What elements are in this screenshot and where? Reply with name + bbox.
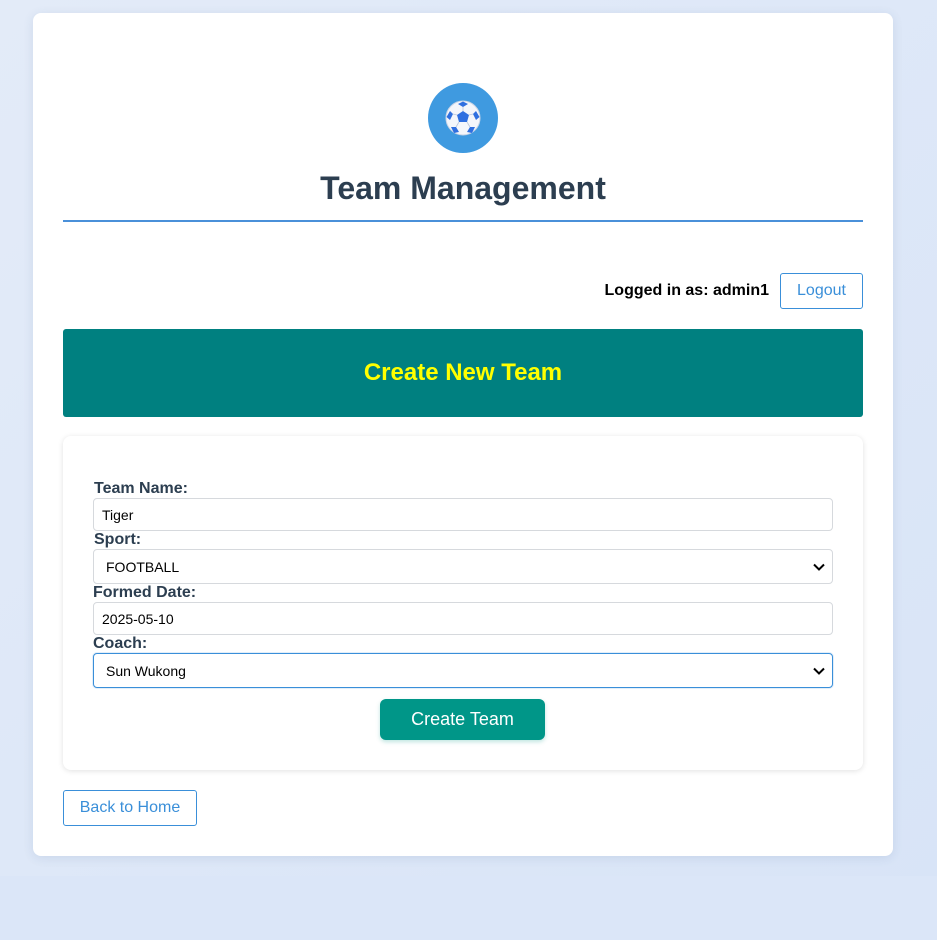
coach-value: Sun Wukong <box>106 662 186 679</box>
sport-value: FOOTBALL <box>106 558 180 575</box>
team-name-label: Team Name: <box>94 480 188 497</box>
formed-date-value: 2025-05-10 <box>102 610 174 627</box>
sport-select[interactable]: FOOTBALL <box>93 549 833 584</box>
coach-label: Coach: <box>93 635 148 652</box>
page-title: Team Management <box>320 170 606 206</box>
soccer-ball-icon <box>445 100 481 136</box>
logo-badge <box>428 83 498 153</box>
create-team-banner: Create New Team <box>63 329 863 417</box>
back-to-home-button[interactable]: Back to Home <box>63 790 197 826</box>
chevron-down-icon <box>813 667 825 675</box>
formed-date-label: Formed Date: <box>93 584 197 601</box>
sport-label: Sport: <box>94 531 142 548</box>
main-card: Team Management Logged in as: admin1 Log… <box>33 13 893 856</box>
team-name-value: Tiger <box>102 506 134 523</box>
create-team-form: Team Name: Tiger Sport: FOOTBALL Formed … <box>63 436 863 770</box>
banner-title: Create New Team <box>363 359 563 386</box>
formed-date-input[interactable]: 2025-05-10 <box>93 602 833 635</box>
session-bar: Logged in as: admin1 Logout <box>63 273 863 309</box>
title-divider <box>63 220 863 222</box>
team-name-input[interactable]: Tiger <box>93 498 833 531</box>
create-team-button[interactable]: Create Team <box>380 699 545 740</box>
coach-select[interactable]: Sun Wukong <box>93 653 833 688</box>
logged-in-text: Logged in as: admin1 <box>604 282 769 299</box>
logout-button[interactable]: Logout <box>780 273 863 309</box>
chevron-down-icon <box>813 563 825 571</box>
page-background-band <box>0 876 937 940</box>
